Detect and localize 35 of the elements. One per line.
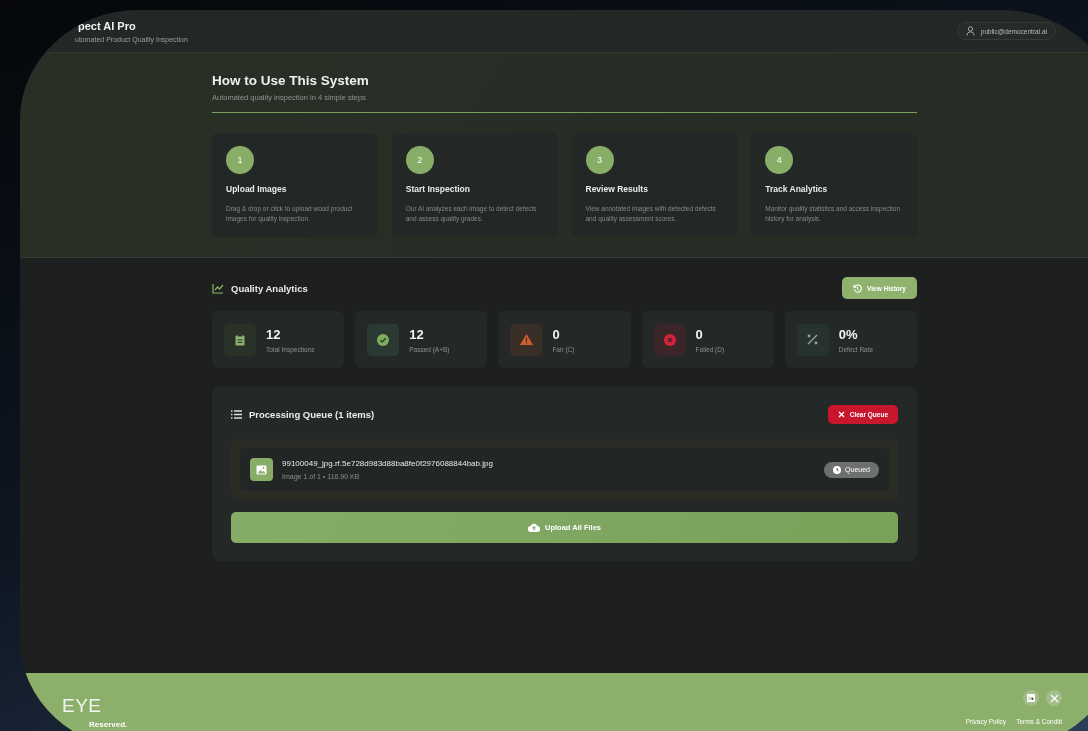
app-title: pect AI Pro xyxy=(78,19,137,32)
step-title: Track Analytics xyxy=(765,184,829,194)
step-number: 2 xyxy=(405,146,434,174)
stat-value: 0 xyxy=(552,326,561,342)
warning-icon xyxy=(519,334,533,345)
clock-icon xyxy=(833,465,842,474)
percent-icon xyxy=(807,334,819,345)
step-number: 4 xyxy=(765,146,794,174)
linkedin-icon[interactable] xyxy=(1023,690,1039,706)
close-icon xyxy=(837,411,845,418)
footer-logo: EYE xyxy=(62,695,103,717)
file-name: 99100049_jpg.rf.5e728d983d88ba8fe0f2976088844bab.jpg xyxy=(282,459,494,468)
error-icon xyxy=(663,333,676,346)
queue-title: Processing Queue (1 items) xyxy=(249,409,375,420)
step-title: Upload Images xyxy=(226,184,288,194)
user-icon xyxy=(965,26,975,36)
step-number: 3 xyxy=(585,146,614,174)
step-title: Review Results xyxy=(585,184,649,194)
section-title: How to Use This System xyxy=(212,73,370,88)
copyright-text: Reserved. xyxy=(89,720,128,729)
list-icon xyxy=(231,410,242,419)
stat-value: 0 xyxy=(695,326,704,342)
line-chart-icon xyxy=(212,282,224,294)
step-number: 1 xyxy=(226,146,254,174)
step-title: Start Inspection xyxy=(405,184,471,194)
stat-value: 12 xyxy=(409,326,425,342)
stat-value: 0% xyxy=(838,326,859,342)
stat-value: 12 xyxy=(266,326,282,342)
cloud-upload-icon xyxy=(528,523,540,532)
image-file-icon xyxy=(250,458,273,481)
history-icon xyxy=(853,283,863,293)
clipboard-icon xyxy=(235,333,245,346)
analytics-title: Quality Analytics xyxy=(231,282,308,294)
check-circle-icon xyxy=(377,333,390,346)
x-icon[interactable] xyxy=(1046,690,1062,706)
